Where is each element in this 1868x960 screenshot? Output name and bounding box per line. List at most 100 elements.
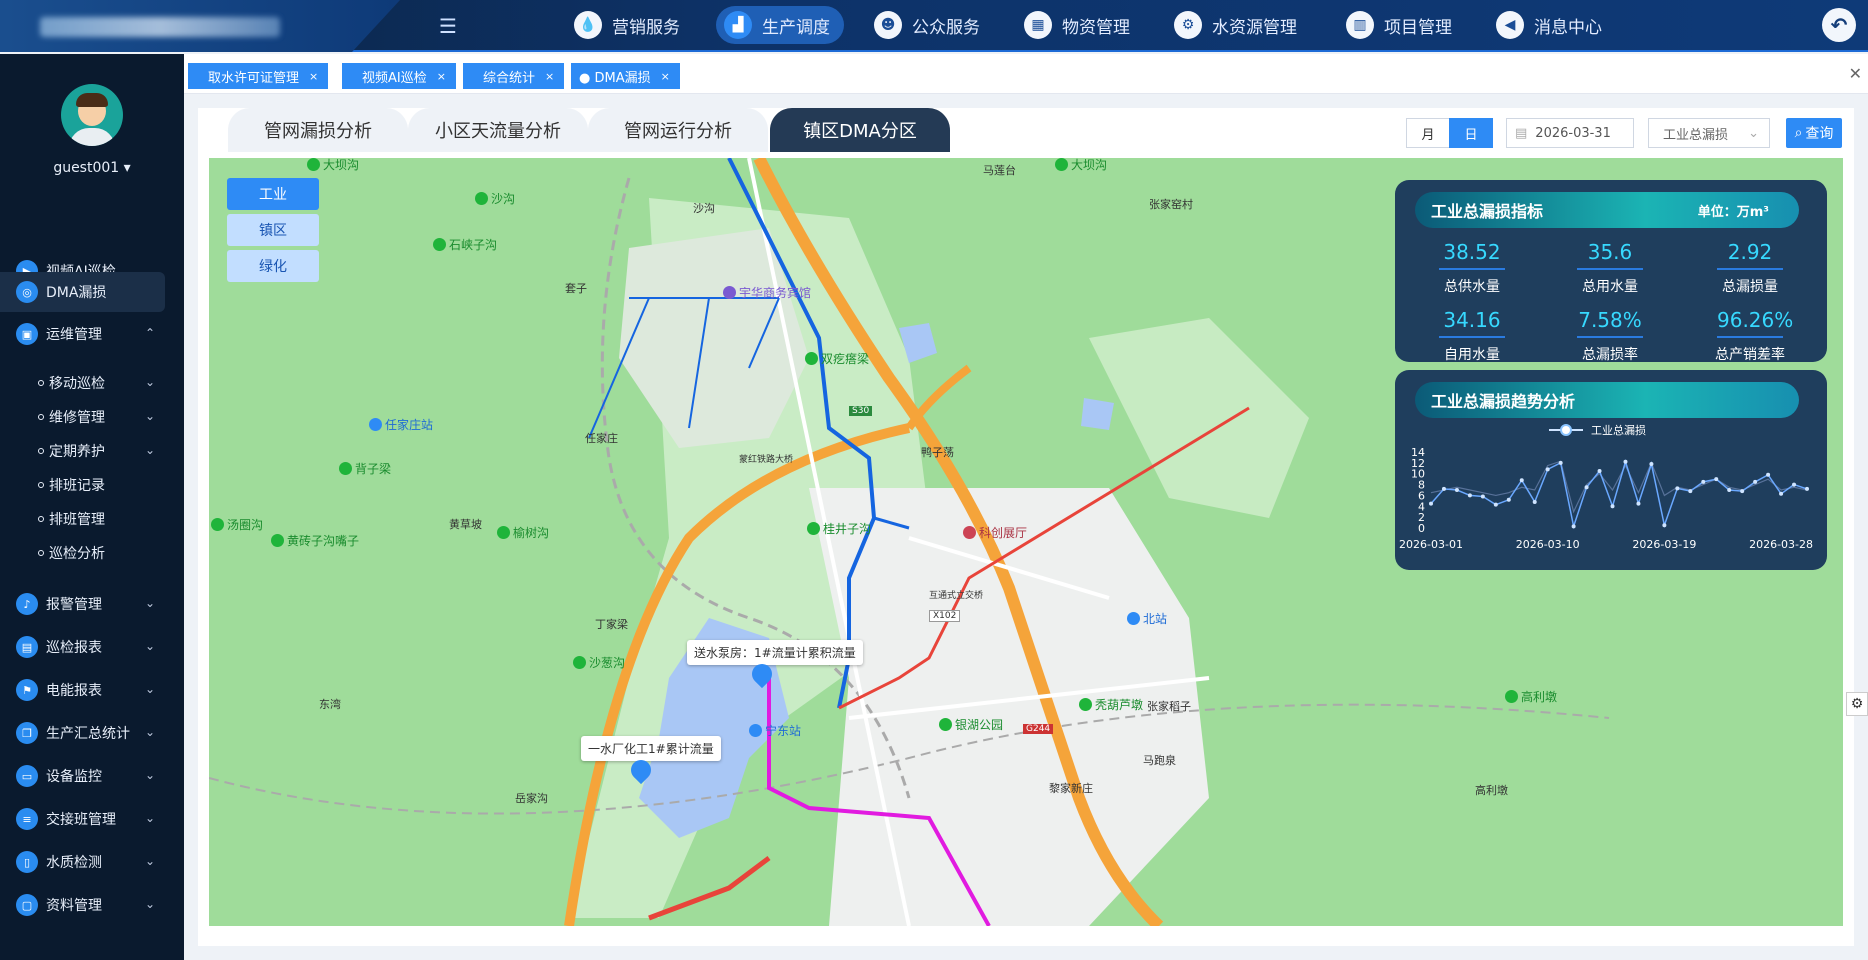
date-picker[interactable]: ▤ 2026-03-31 <box>1506 118 1634 148</box>
day-toggle[interactable]: 日 <box>1449 118 1493 148</box>
data-point <box>1545 467 1550 472</box>
query-button[interactable]: ⌕ 查询 <box>1786 118 1842 148</box>
poi-marker[interactable]: 黄砖子沟嘴子 <box>271 532 359 549</box>
trend-panel-title: 工业总漏损趋势分析 <box>1415 382 1799 418</box>
subtab-community-flow[interactable]: 小区天流量分析 <box>408 108 588 152</box>
poi-marker[interactable]: 任家庄站 <box>369 416 433 433</box>
boxes-icon: ▦ <box>1024 11 1052 39</box>
document-icon: ▯ <box>16 851 38 873</box>
poi-marker[interactable]: 沙葱沟 <box>573 654 625 671</box>
close-all-tabs-icon[interactable]: ✕ <box>1849 64 1862 83</box>
water-drop-icon: 💧 <box>574 11 602 39</box>
nav-公众服务[interactable]: ☻ 公众服务 <box>866 6 994 44</box>
data-point <box>1493 502 1498 507</box>
poi-marker[interactable]: 汤圈沟 <box>211 516 263 533</box>
top-bar: ☰ 💧 营销服务 ▟ 生产调度 ☻ 公众服务 ▦ 物资管理 ⚙ 水资源管理 ▥ 项目管理 ◀… <box>0 0 1868 52</box>
poi-marker[interactable]: 石峡子沟 <box>433 236 497 253</box>
poi-marker[interactable]: 高利墩 <box>1505 688 1557 705</box>
subtab-town-dma[interactable]: 镇区DMA分区 <box>770 108 950 152</box>
lock-icon: ▢ <box>16 894 38 916</box>
map-label: 丁家梁 <box>595 618 628 631</box>
sub-item-repair[interactable]: 维修管理 ⌄ <box>38 402 165 432</box>
poi-marker[interactable]: 宁东站 <box>749 722 801 739</box>
nav-营销服务[interactable]: 💧 营销服务 <box>566 6 694 44</box>
data-point <box>1454 488 1459 492</box>
loss-type-select[interactable]: 工业总漏损 ⌄ <box>1648 118 1770 148</box>
data-point <box>1714 477 1719 482</box>
sidebar-item-shift-handover[interactable]: ≡ 交接班管理 ⌄ <box>0 799 165 839</box>
map-label: 蒙红铁路大桥 <box>739 455 794 465</box>
data-point <box>1636 501 1641 506</box>
filter-greening[interactable]: 绿化 <box>227 250 319 282</box>
map-label: 马莲台 <box>983 164 1016 177</box>
nav-生产调度[interactable]: ▟ 生产调度 <box>716 6 844 44</box>
menu-fold-icon[interactable]: ☰ <box>436 14 460 38</box>
poi-marker[interactable]: 科创展厅 <box>963 524 1027 541</box>
kpi-panel-title: 工业总漏损指标 单位：万m³ <box>1415 192 1799 228</box>
filter-industry[interactable]: 工业 <box>227 178 319 210</box>
nav-物资管理[interactable]: ▦ 物资管理 <box>1016 6 1144 44</box>
data-point <box>1597 469 1602 473</box>
chevron-up-icon: ⌃ <box>144 326 155 340</box>
avatar[interactable] <box>61 84 123 146</box>
sub-item-mobile-inspect[interactable]: 移动巡检 ⌄ <box>38 368 165 398</box>
sidebar-item-dma[interactable]: ◎ DMA漏损 <box>0 272 165 312</box>
legend-marker <box>1560 424 1572 436</box>
tab-water-permit[interactable]: 取水许可证管理 × <box>188 63 329 89</box>
sidebar-item-production-stats[interactable]: ❐ 生产汇总统计 ⌄ <box>0 713 165 753</box>
sidebar-item-inspect-report[interactable]: ▤ 巡检报表 ⌄ <box>0 627 165 667</box>
map-label: 东湾 <box>319 698 341 711</box>
map-label: 互通式立交桥 <box>929 591 984 601</box>
nav-消息中心[interactable]: ◀ 消息中心 <box>1488 6 1616 44</box>
chevron-down-icon: ⌄ <box>1748 125 1759 141</box>
close-icon[interactable]: × <box>661 70 670 83</box>
sidebar-item-device-monitor[interactable]: ▭ 设备监控 ⌄ <box>0 756 165 796</box>
speaker-icon: ◀ <box>1496 11 1524 39</box>
app-logo <box>40 17 280 37</box>
sidebar-item-energy-report[interactable]: ⚑ 电能报表 ⌄ <box>0 670 165 710</box>
filter-town[interactable]: 镇区 <box>227 214 319 246</box>
sub-item-shift-manage[interactable]: 排班管理 <box>38 504 165 534</box>
close-icon[interactable]: × <box>309 70 318 83</box>
nav-水资源管理[interactable]: ⚙ 水资源管理 <box>1166 6 1311 44</box>
month-toggle[interactable]: 月 <box>1406 118 1450 148</box>
poi-marker[interactable]: 沙沟 <box>475 190 515 207</box>
chart-icon: ▟ <box>724 11 752 39</box>
subtab-network-loss[interactable]: 管网漏损分析 <box>228 108 408 152</box>
back-icon[interactable]: ↶ <box>1822 8 1856 42</box>
user-menu[interactable]: guest001 ▾ <box>0 160 184 176</box>
subtab-network-operation[interactable]: 管网运行分析 <box>588 108 768 152</box>
map-label: 黎家新庄 <box>1049 782 1093 795</box>
sidebar-item-documents[interactable]: ▢ 资料管理 ⌄ <box>0 885 165 925</box>
poi-marker[interactable]: 双疙瘩梁 <box>805 350 869 367</box>
chevron-down-icon: ⌄ <box>144 639 155 653</box>
poi-marker[interactable]: 背子梁 <box>339 460 391 477</box>
user-icon: ☻ <box>874 11 902 39</box>
tab-dma-loss[interactable]: ● DMA漏损 × <box>571 63 680 89</box>
poi-marker[interactable]: 银湖公园 <box>939 716 1003 733</box>
poi-marker[interactable]: 大坝沟 <box>307 158 359 173</box>
poi-marker[interactable]: 秃葫芦墩 <box>1079 696 1143 713</box>
poi-marker[interactable]: 桂井子沟 <box>807 520 871 537</box>
sidebar-item-alarm[interactable]: ♪ 报警管理 ⌄ <box>0 584 165 624</box>
poi-marker[interactable]: 宇华商务宾馆 <box>723 284 811 301</box>
tab-overall-stats[interactable]: 综合统计 × <box>463 63 565 89</box>
sidebar-item-water-quality[interactable]: ▯ 水质检测 ⌄ <box>0 842 165 882</box>
settings-icon[interactable]: ⚙ <box>1846 692 1868 716</box>
meter-tooltip: 送水泵房：1#流量计累积流量 <box>687 640 863 665</box>
sub-item-maintenance[interactable]: 定期养护 ⌄ <box>38 436 165 466</box>
poi-marker[interactable]: 榆树沟 <box>497 524 549 541</box>
sidebar-item-ops[interactable]: ▣ 运维管理 ⌃ <box>0 314 165 354</box>
map-view[interactable]: 工业 镇区 绿化 马莲台 沙沟 张家窑村 套子 任家庄 鸭子荡 黄草坡 丁家梁 … <box>209 158 1843 926</box>
dma-icon: ◎ <box>16 281 38 303</box>
poi-marker[interactable]: 北站 <box>1127 610 1167 627</box>
poi-marker[interactable]: 大坝沟 <box>1055 158 1107 173</box>
sub-item-inspect-analysis[interactable]: 巡检分析 <box>38 538 165 568</box>
close-icon[interactable]: × <box>437 70 446 83</box>
close-icon[interactable]: × <box>545 70 554 83</box>
nav-项目管理[interactable]: ▥ 项目管理 <box>1338 6 1466 44</box>
copy-icon: ❐ <box>16 722 38 744</box>
sub-item-shift-record[interactable]: 排班记录 <box>38 470 165 500</box>
tab-video-ai[interactable]: 视频AI巡检 × <box>342 63 456 89</box>
chevron-down-icon: ⌄ <box>144 682 155 696</box>
